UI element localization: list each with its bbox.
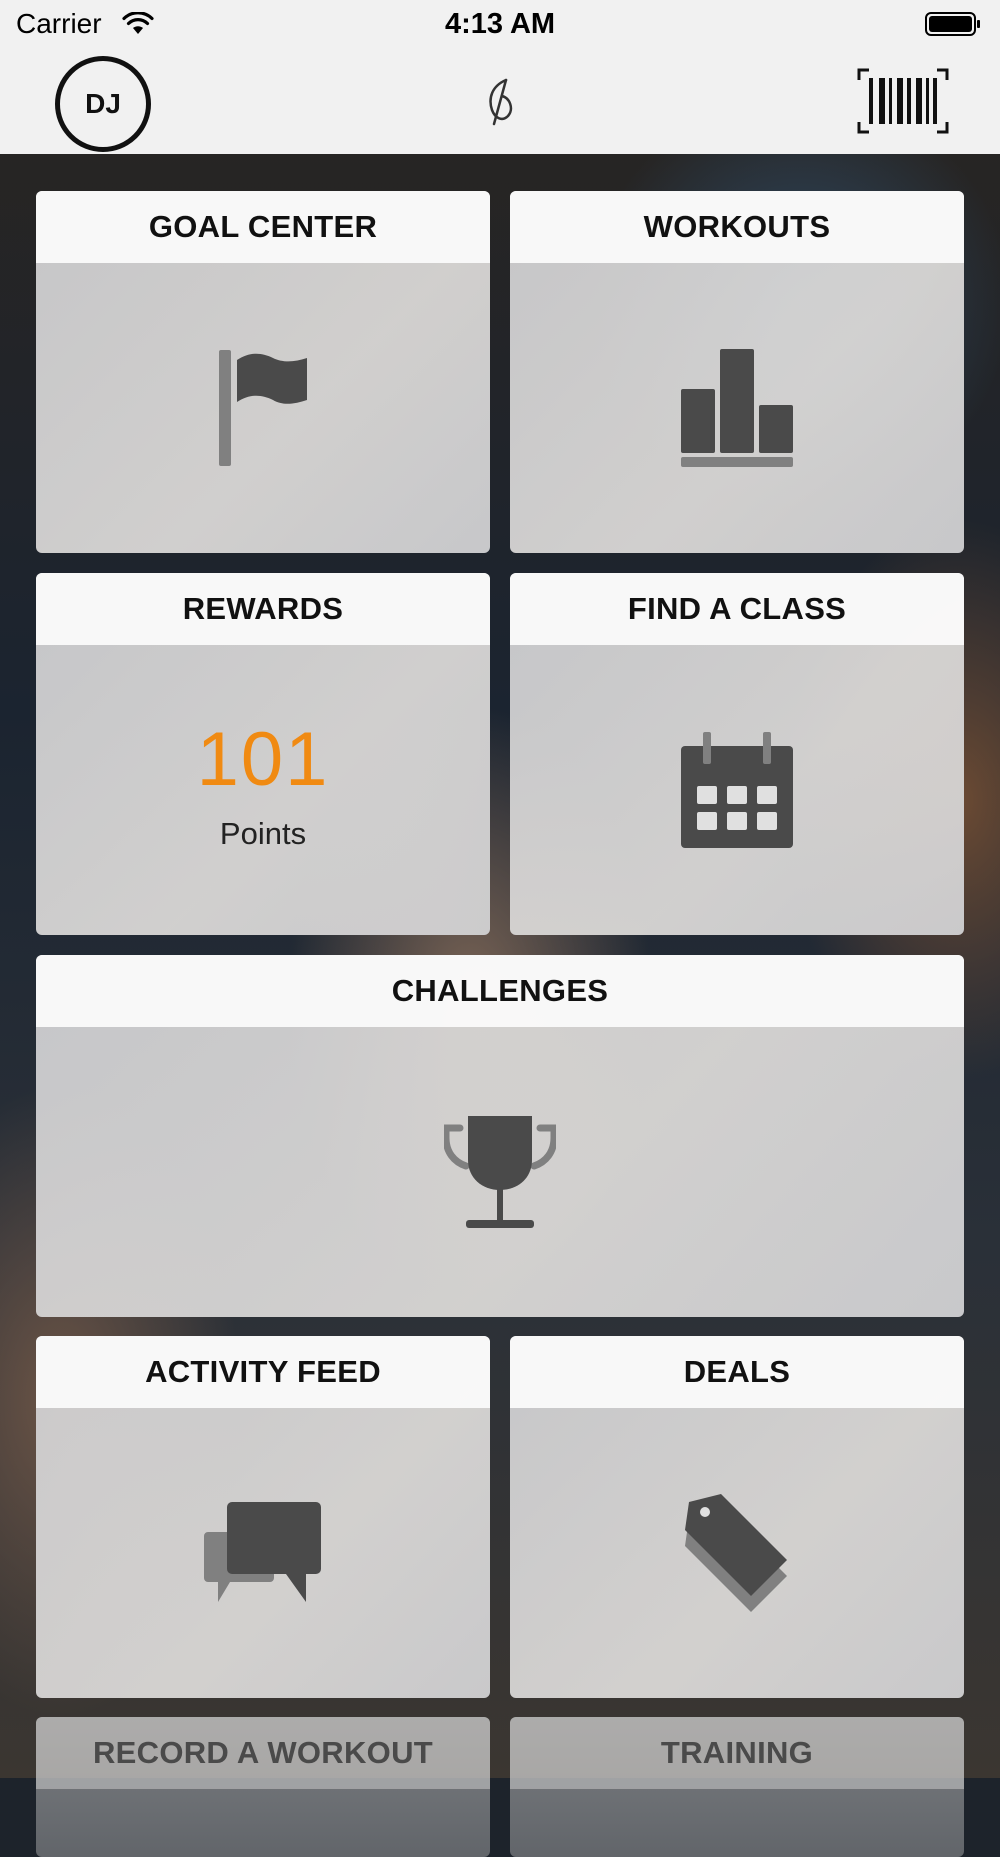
activity-feed-title: ACTIVITY FEED	[36, 1336, 490, 1408]
status-time: 4:13 AM	[444, 8, 556, 40]
workouts-tile[interactable]: WORKOUTS	[510, 191, 964, 553]
goal-center-tile[interactable]: GOAL CENTER	[36, 191, 490, 553]
top-bar: Carrier 4:13 AM DJ	[0, 0, 1000, 154]
chat-bubbles-icon	[204, 1502, 321, 1602]
rewards-tile[interactable]: REWARDS 101 Points	[36, 573, 490, 935]
rewards-points-label: Points	[219, 816, 307, 851]
status-bar: Carrier 4:13 AM	[0, 0, 1000, 50]
rewards-title: REWARDS	[36, 573, 490, 645]
deals-title: DEALS	[510, 1336, 964, 1408]
record-a-workout-tile[interactable]: RECORD A WORKOUT	[36, 1717, 490, 1857]
deals-tile[interactable]: DEALS	[510, 1336, 964, 1698]
calendar-icon	[681, 732, 793, 848]
profile-avatar-button[interactable]: DJ	[55, 56, 151, 152]
challenges-title: CHALLENGES	[36, 955, 964, 1027]
bar-chart-icon	[681, 349, 793, 467]
barcode-icon[interactable]	[857, 68, 949, 134]
workouts-title: WORKOUTS	[510, 191, 964, 263]
find-a-class-tile[interactable]: FIND A CLASS	[510, 573, 964, 935]
goal-center-title: GOAL CENTER	[36, 191, 490, 263]
activity-feed-tile[interactable]: ACTIVITY FEED	[36, 1336, 490, 1698]
trophy-icon	[444, 1116, 556, 1228]
tag-icon	[685, 1494, 787, 1612]
record-a-workout-title: RECORD A WORKOUT	[36, 1717, 490, 1789]
challenges-tile[interactable]: CHALLENGES	[36, 955, 964, 1317]
training-title: TRAINING	[510, 1717, 964, 1789]
avatar-initials: DJ	[85, 88, 121, 119]
training-tile[interactable]: TRAINING	[510, 1717, 964, 1857]
battery-icon	[925, 12, 980, 36]
leaf-logo-icon	[489, 78, 513, 126]
flag-icon	[219, 350, 307, 466]
rewards-points-value: 101	[196, 717, 330, 802]
find-a-class-title: FIND A CLASS	[510, 573, 964, 645]
